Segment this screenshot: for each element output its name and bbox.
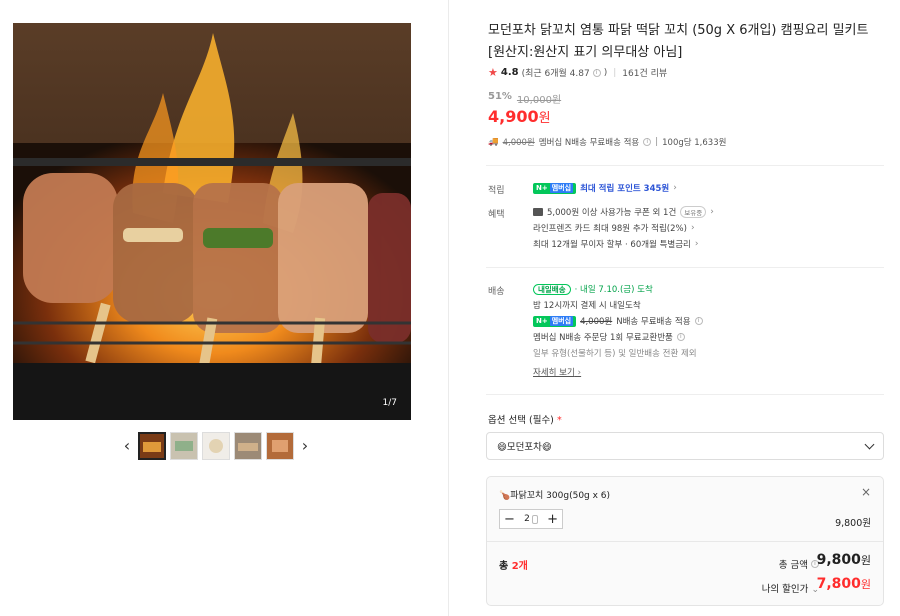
divider [486, 165, 884, 166]
truck-icon: 🚚 [488, 137, 499, 147]
option-select[interactable]: 😄모던포차😄 [486, 432, 884, 460]
accrual-text: 최대 적립 포인트 345원 [580, 184, 670, 194]
selected-option-price: 9,800원 [835, 518, 871, 529]
exchange-row: 멤버십 N배송 주문당 1회 무료교환반품 i [533, 331, 685, 343]
chevron-right-icon: › [577, 368, 582, 378]
product-gallery: 1/7 ‹ › [0, 0, 449, 616]
free-shipping-text: N배송 무료배송 적용 [616, 317, 691, 327]
installment-row[interactable]: 최대 12개월 무이자 할부 · 60개월 특별금리 › [533, 238, 698, 250]
my-discount-price: 7,800원 [816, 576, 871, 592]
option-selected-value: 😄모던포차😄 [497, 442, 552, 453]
thumbnail-strip: ‹ › [120, 431, 312, 460]
shipping-text: 멤버십 N배송 무료배송 적용 [538, 138, 640, 148]
info-icon[interactable]: i [676, 333, 685, 341]
quantity-stepper[interactable]: − 2 + [499, 509, 563, 529]
review-count-link[interactable]: 161건 리뷰 [622, 66, 667, 79]
selected-option-name: 🍗파닭꼬치 300g(50g x 6) [499, 491, 611, 501]
total-count: 총 2개 [499, 561, 528, 572]
exception-row: 일부 유형(선물하기 등) 및 일반배송 전환 제외 [533, 347, 697, 359]
chevron-right-icon: › [673, 183, 677, 193]
grilled-skewers-photo [13, 23, 411, 420]
coupon-row[interactable]: 5,000원 이상 사용가능 쿠폰 외 1건 보유중 › [533, 206, 714, 218]
delivery-detail-link[interactable]: 자세히 보기 › [533, 366, 581, 378]
accrual-row[interactable]: N+ 멤버십 최대 적립 포인트 345원 › [533, 182, 677, 194]
npay-membership-badge: N+ 멤버십 [533, 182, 577, 194]
plus-button[interactable]: + [547, 513, 558, 526]
npay-membership-badge: N+ 멤버십 [533, 315, 577, 327]
exchange-text: 멤버십 N배송 주문당 1회 무료교환반품 [533, 333, 673, 343]
cutoff-text: 밤 12시까지 결제 시 내일도착 [533, 301, 641, 311]
rating-recent: (최근 6개월 4.87 [521, 69, 590, 79]
thumbnail-4[interactable] [234, 431, 262, 460]
thumbnail-5[interactable] [266, 431, 294, 460]
original-shipping-fee: 4,000원 [502, 138, 535, 148]
chevron-down-icon [864, 439, 875, 450]
info-icon[interactable]: i [643, 138, 652, 146]
my-discount-label[interactable]: 나의 할인가 ⌄ [762, 581, 819, 595]
arrival-row: 내일배송 · 내일 7.10.(금) 도착 [533, 283, 653, 295]
selected-option-box: 🍗파닭꼬치 300g(50g x 6) × − 2 + 9,800원 총 2개 … [486, 476, 884, 606]
original-shipping-fee: 4,000원 [580, 317, 613, 327]
total-label: 총 금액 i [779, 557, 819, 571]
close-icon[interactable]: × [861, 485, 871, 499]
chevron-right-icon: › [690, 223, 695, 233]
installment-text: 최대 12개월 무이자 할부 · 60개월 특별금리 [533, 240, 691, 250]
product-title: 모던포차 닭꼬치 염통 파닭 떡닭 꼬치 (50g X 6개입) 캠핑요리 밀키… [488, 20, 886, 64]
spinner-icon[interactable] [531, 514, 538, 524]
divider [486, 394, 884, 395]
delivery-label: 배송 [488, 287, 505, 297]
product-info-panel: 모던포차 닭꼬치 염통 파닭 떡닭 꼬치 (50g X 6개입) 캠핑요리 밀키… [486, 0, 884, 616]
main-product-image[interactable]: 1/7 [13, 23, 411, 420]
info-icon[interactable]: i [694, 317, 703, 325]
coupon-text: 5,000원 이상 사용가능 쿠폰 외 1건 [547, 208, 677, 218]
option-label: 옵션 선택 (필수) * [488, 415, 562, 426]
thumbnail-3[interactable] [202, 431, 230, 460]
rating-score: 4.8 [500, 67, 519, 78]
minus-button[interactable]: − [504, 513, 515, 526]
discount-rate: 51% [488, 91, 512, 102]
product-title-line1: 모던포차 닭꼬치 염통 파닭 떡닭 꼬치 (50g X 6개입) 캠핑요리 밀키… [488, 23, 869, 38]
product-title-line2: [원산지:원산지 표기 의무대상 아님] [488, 45, 683, 60]
coupon-owned-badge: 보유중 [680, 206, 707, 218]
info-icon[interactable]: i [592, 68, 601, 77]
arrival-text: · 내일 7.10.(금) 도착 [574, 285, 653, 295]
divider [487, 541, 883, 542]
prev-thumb-button[interactable]: ‹ [120, 432, 134, 460]
star-icon: ★ [488, 66, 498, 79]
rating-row: ★ 4.8 (최근 6개월 4.87 i) | 161건 리뷰 [488, 66, 668, 79]
card-benefit-row[interactable]: 라인프렌즈 카드 최대 98원 추가 적립(2%) › [533, 222, 695, 234]
discount-row: 51% 10,000원 [488, 91, 561, 106]
card-text: 라인프렌즈 카드 최대 98원 추가 적립(2%) [533, 224, 687, 234]
accrual-label: 적립 [488, 186, 505, 196]
quantity-value[interactable]: 2 [524, 514, 530, 524]
next-thumb-button[interactable]: › [298, 432, 312, 460]
member-shipping-row: N+ 멤버십 4,000원 N배송 무료배송 적용 i [533, 315, 703, 327]
coupon-icon [533, 208, 543, 216]
unit-price: 100g당 1,633원 [662, 138, 727, 148]
sale-price: 4,900원 [488, 107, 551, 126]
image-counter: 1/7 [382, 398, 397, 408]
thumbnail-2[interactable] [170, 431, 198, 460]
original-price: 10,000원 [516, 95, 562, 106]
divider [486, 267, 884, 268]
perks-label: 혜택 [488, 210, 505, 220]
thumbnail-1[interactable] [138, 431, 166, 460]
chevron-right-icon: › [694, 239, 699, 249]
chevron-right-icon: › [710, 207, 714, 217]
shipping-summary: 🚚 4,000원 멤버십 N배송 무료배송 적용 i | 100g당 1,633… [488, 137, 727, 148]
tomorrow-delivery-badge: 내일배송 [533, 283, 571, 295]
exception-text: 일부 유형(선물하기 등) 및 일반배송 전환 제외 [533, 349, 697, 359]
cutoff-row: 밤 12시까지 결제 시 내일도착 [533, 299, 641, 311]
total-price: 9,800원 [816, 552, 871, 568]
